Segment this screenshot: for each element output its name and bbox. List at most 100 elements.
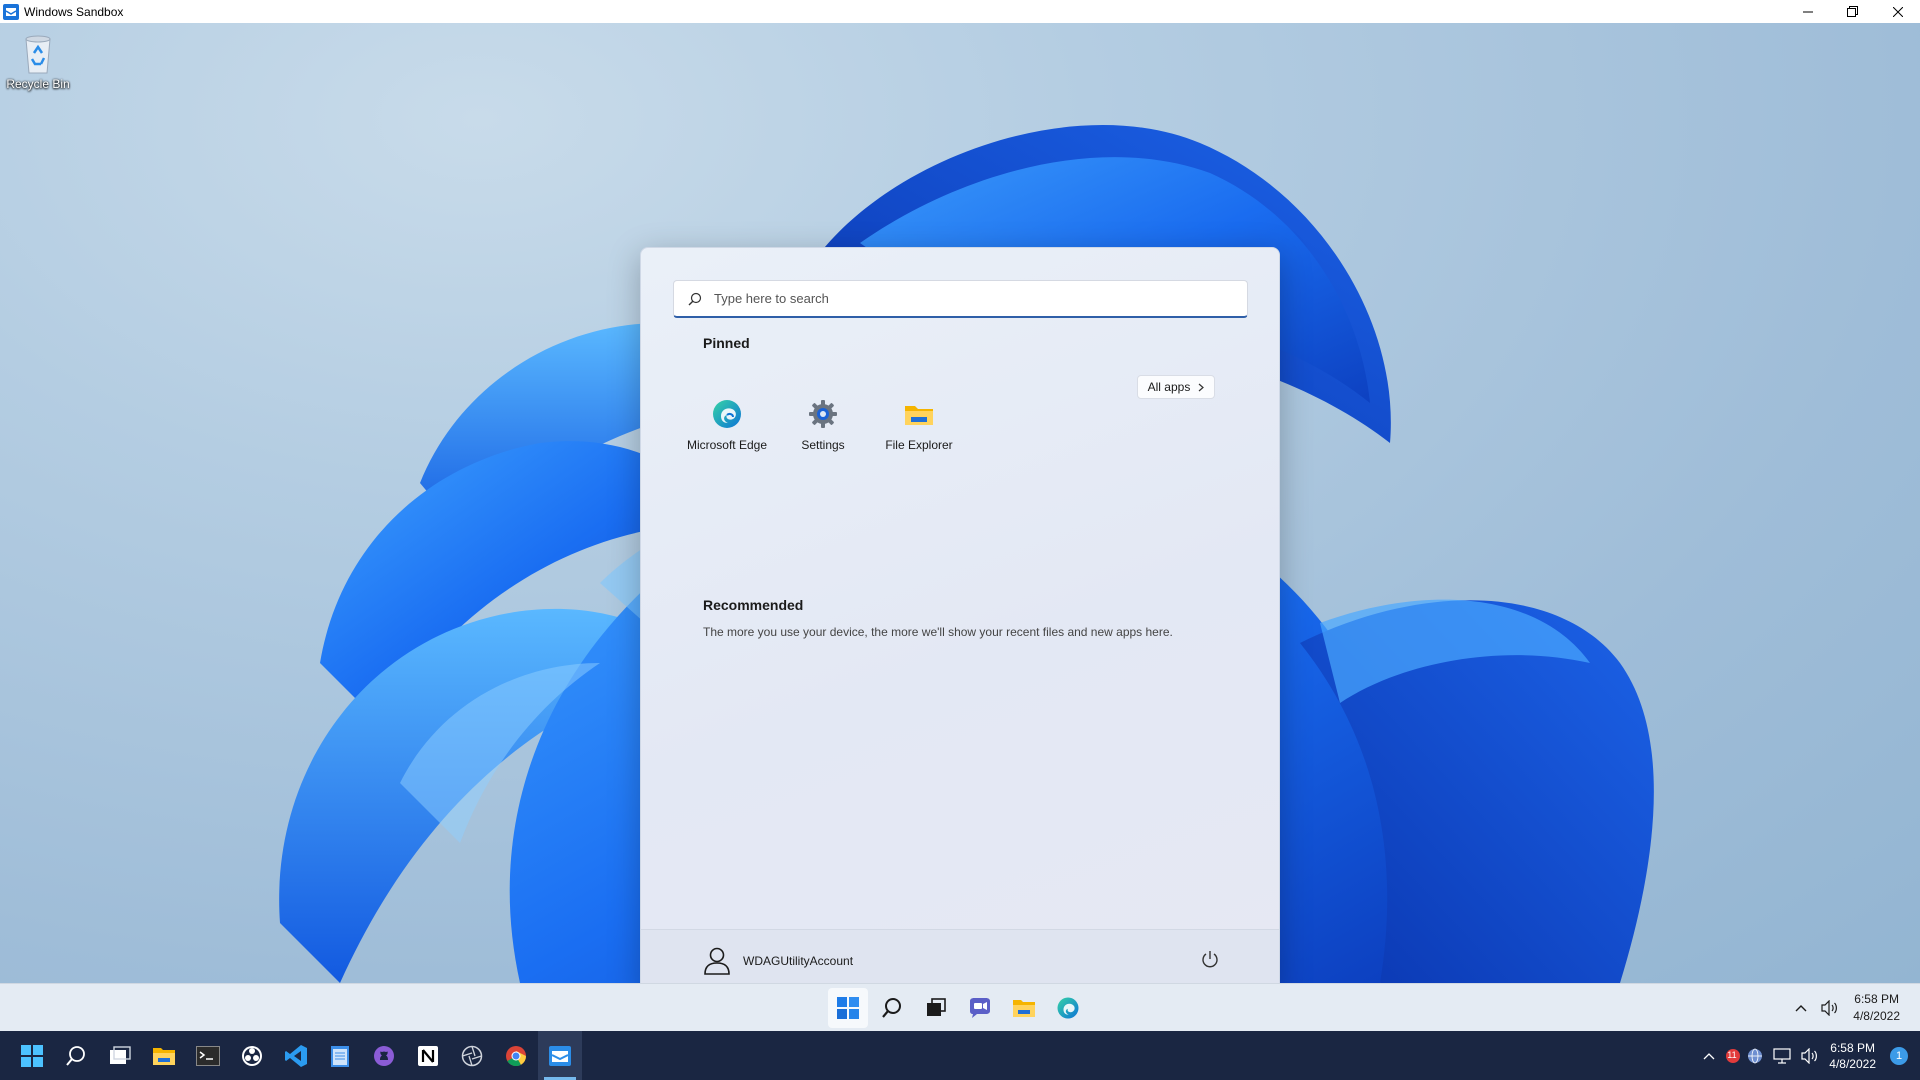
task-view-icon [927,998,946,1016]
notepad-icon [331,1045,349,1067]
notification-count: 1 [1895,1049,1903,1062]
show-hidden-icons-button[interactable] [1795,1004,1807,1012]
pinned-app-microsoft-edge[interactable]: Microsoft Edge [679,398,775,452]
sandbox-edge-button[interactable] [1048,988,1088,1028]
host-task-view-button[interactable] [98,1031,142,1080]
folder-icon [905,406,933,425]
start-menu-footer: WDAGUtilityAccount [641,929,1279,983]
search-icon [66,1045,85,1066]
host-obs-button[interactable] [230,1031,274,1080]
notion-icon [418,1045,438,1066]
obs-icon [242,1045,262,1066]
file-explorer-icon [1013,1000,1035,1017]
sandbox-volume-button[interactable] [1821,1000,1839,1016]
restore-button[interactable] [1830,0,1875,23]
chevron-right-icon [1198,383,1205,391]
all-apps-label: All apps [1147,380,1191,394]
host-volume-button[interactable] [1801,1047,1819,1064]
pinned-app-settings[interactable]: Settings [775,398,871,452]
pinned-app-file-explorer[interactable]: File Explorer [871,398,967,452]
user-name: WDAGUtilityAccount [743,954,854,968]
start-icon [21,1044,43,1067]
github-desktop-icon [374,1045,394,1066]
desktop[interactable]: Recycle Bin Pinned All apps Mi [0,23,1920,983]
sandbox-clock[interactable]: 6:58 PM 4/8/2022 [1853,991,1900,1025]
notification-center-button[interactable]: 1 [1890,1046,1908,1065]
host-date: 4/8/2022 [1829,1056,1876,1071]
host-taskbar: 11 6:58 PM 4/8/2022 1 [0,1031,1920,1080]
sandbox-taskbar: 6:58 PM 4/8/2022 [0,983,1920,1031]
pinned-heading: Pinned [703,335,750,351]
host-clock[interactable]: 6:58 PM 4/8/2022 [1829,1040,1876,1072]
window-title-bar[interactable]: Windows Sandbox [0,0,1920,23]
user-avatar-icon [704,947,730,975]
recycle-bin-icon [25,35,51,74]
host-show-hidden-icons-button[interactable] [1703,1052,1715,1060]
host-vscode-button[interactable] [274,1031,318,1080]
restore-icon [1847,6,1858,17]
search-input[interactable] [712,290,1212,307]
volume-icon [1821,1000,1838,1016]
settings-gear-icon [809,400,837,428]
host-start-button[interactable] [10,1031,54,1080]
minimize-button[interactable] [1785,0,1830,23]
minimize-icon [1802,11,1813,12]
task-view-icon [110,1045,131,1064]
pinned-app-label: Settings [801,438,845,452]
host-chrome-button[interactable] [494,1031,538,1080]
sandbox-app-icon [3,3,19,20]
globe-icon [1748,1048,1763,1063]
start-icon [837,997,859,1019]
host-terminal-button[interactable] [186,1031,230,1080]
host-time: 6:58 PM [1830,1040,1875,1055]
terminal-icon [196,1045,220,1066]
sandbox-date: 4/8/2022 [1853,1009,1900,1023]
chat-icon [970,998,990,1018]
tray-network-app[interactable] [1747,1048,1763,1064]
chevron-up-icon [1795,1005,1807,1012]
sandbox-search-button[interactable] [872,988,912,1028]
host-aperture-app-button[interactable] [450,1031,494,1080]
host-notion-button[interactable] [406,1031,450,1080]
start-menu: Pinned All apps Microsoft Edge [640,247,1280,983]
power-button[interactable] [1201,950,1219,973]
user-account-button[interactable]: WDAGUtilityAccount [703,946,853,976]
host-search-button[interactable] [54,1031,98,1080]
all-apps-button[interactable]: All apps [1137,375,1215,399]
file-explorer-icon [153,1047,175,1065]
sandbox-start-button[interactable] [828,988,868,1028]
chrome-icon [506,1045,527,1066]
pinned-app-label: File Explorer [885,438,953,452]
host-file-explorer-button[interactable] [142,1031,186,1080]
power-icon [1202,950,1218,967]
host-network-button[interactable] [1773,1047,1791,1064]
search-icon [688,292,702,305]
pinned-app-label: Microsoft Edge [686,438,768,452]
volume-icon [1801,1047,1818,1064]
network-monitor-icon [1773,1047,1791,1064]
host-sandbox-button[interactable] [538,1031,582,1080]
pinned-apps-grid: Microsoft Edge Settings File Explorer [679,398,967,452]
close-button[interactable] [1875,0,1920,23]
host-notepad-button[interactable] [318,1031,362,1080]
edge-icon [1057,997,1079,1019]
sandbox-time: 6:58 PM [1854,992,1899,1006]
camera-aperture-icon [461,1045,483,1066]
window-title: Windows Sandbox [24,4,124,19]
tray-app-badge[interactable]: 11 [1725,1048,1741,1064]
close-icon [1892,6,1903,17]
sandbox-task-view-button[interactable] [916,988,956,1028]
search-icon [882,998,901,1018]
recycle-bin-shortcut[interactable]: Recycle Bin [4,31,72,91]
tray-badge-count: 11 [1727,1049,1737,1060]
recycle-bin-label: Recycle Bin [6,77,70,91]
host-github-desktop-button[interactable] [362,1031,406,1080]
edge-icon [713,400,741,428]
sandbox-file-explorer-button[interactable] [1004,988,1044,1028]
chevron-up-icon [1703,1052,1715,1059]
vscode-icon [285,1044,307,1067]
sandbox-icon [549,1045,571,1066]
sandbox-chat-button[interactable] [960,988,1000,1028]
recommended-empty-text: The more you use your device, the more w… [703,625,1173,639]
start-search-box[interactable] [673,280,1248,318]
